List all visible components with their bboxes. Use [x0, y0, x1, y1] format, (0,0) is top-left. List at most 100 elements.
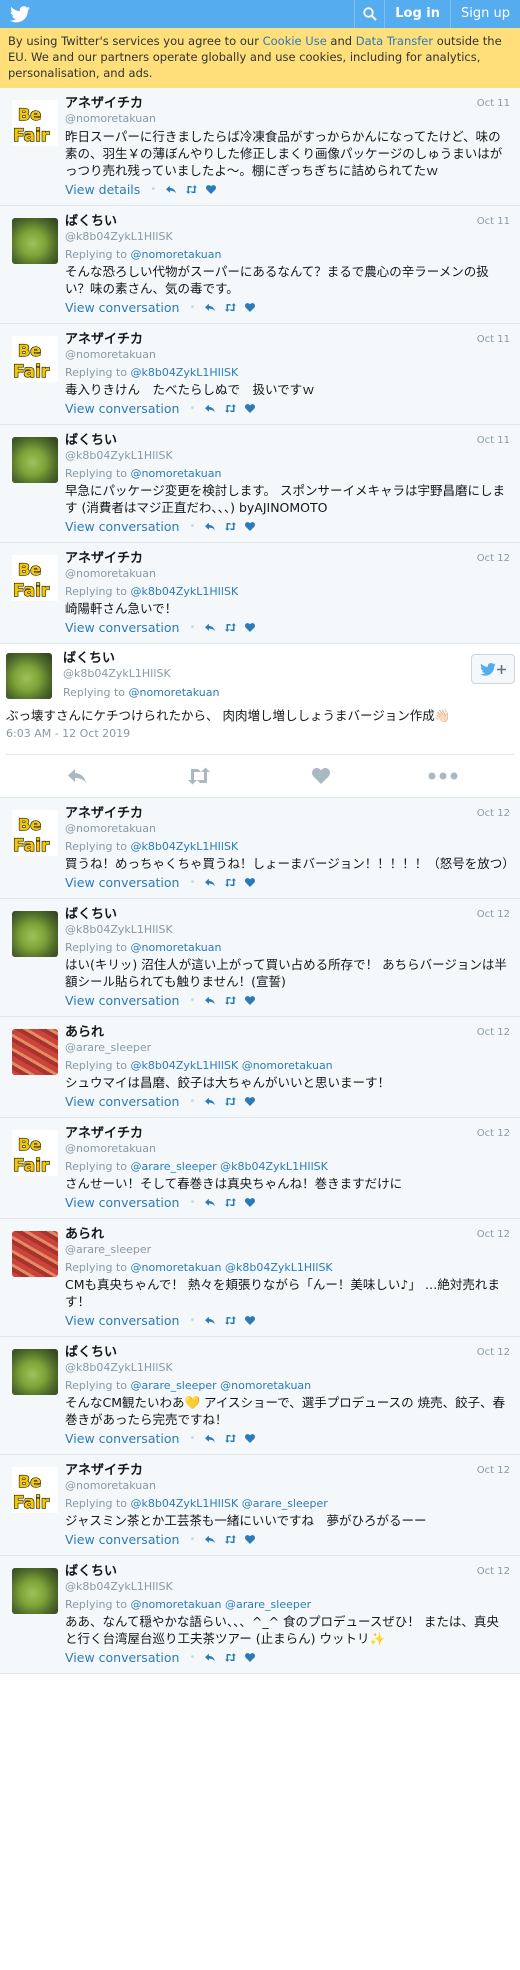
tweet[interactable]: Be Fair アネザイチカ @nomoretakuan Oct 11 Replying …: [0, 324, 520, 425]
tweet[interactable]: ばくちい @k8b04ZykL1HIlSK Oct 12 Replying to @n…: [0, 899, 520, 1017]
view-conversation-link[interactable]: View conversation: [65, 993, 179, 1008]
like-icon[interactable]: [201, 185, 221, 194]
user-handle[interactable]: @arare_sleeper: [65, 1040, 151, 1055]
tweet-date[interactable]: Oct 11: [477, 332, 510, 345]
mention-link[interactable]: @nomoretakuan: [131, 467, 222, 480]
reply-icon[interactable]: [200, 623, 220, 632]
cookie-use-link[interactable]: Cookie Use: [263, 34, 327, 48]
mention-link[interactable]: @nomoretakuan: [131, 1598, 222, 1611]
mention-link[interactable]: @k8b04ZykL1HIlSK: [131, 366, 239, 379]
display-name[interactable]: あられ: [65, 1227, 151, 1242]
tweet-date[interactable]: Oct 12: [477, 1463, 510, 1476]
user-handle[interactable]: @k8b04ZykL1HIlSK: [65, 448, 173, 463]
avatar[interactable]: Be Fair: [12, 1130, 58, 1176]
user-handle[interactable]: @k8b04ZykL1HIlSK: [65, 922, 173, 937]
like-icon[interactable]: [240, 996, 260, 1005]
tweet-date[interactable]: Oct 12: [477, 551, 510, 564]
mention-link[interactable]: @arare_sleeper: [225, 1598, 311, 1611]
reply-icon[interactable]: [200, 1434, 220, 1443]
retweet-icon[interactable]: [220, 522, 240, 531]
display-name[interactable]: ばくちい: [63, 651, 219, 666]
user-handle[interactable]: @k8b04ZykL1HIlSK: [65, 229, 173, 244]
tweet-date[interactable]: Oct 12: [477, 1564, 510, 1577]
display-name[interactable]: ばくちい: [65, 907, 173, 922]
tweet-date[interactable]: Oct 11: [477, 96, 510, 109]
like-icon[interactable]: [240, 1653, 260, 1662]
twitter-bird-icon[interactable]: [6, 0, 34, 28]
avatar[interactable]: [12, 1568, 58, 1614]
mention-link[interactable]: @k8b04ZykL1HIlSK: [131, 1059, 239, 1072]
view-conversation-link[interactable]: View conversation: [65, 519, 179, 534]
view-conversation-link[interactable]: View conversation: [65, 1195, 179, 1210]
signup-button[interactable]: Sign up: [450, 0, 520, 28]
like-icon[interactable]: [240, 522, 260, 531]
retweet-icon[interactable]: [181, 185, 201, 194]
tweet[interactable]: Be Fair アネザイチカ @nomoretakuan Oct 12 Replying …: [0, 1118, 520, 1219]
reply-icon[interactable]: [200, 404, 220, 413]
retweet-icon[interactable]: [220, 303, 240, 312]
like-icon[interactable]: [291, 768, 351, 784]
mention-link[interactable]: @nomoretakuan: [220, 1379, 311, 1392]
mention-link[interactable]: @nomoretakuan: [131, 248, 222, 261]
tweet[interactable]: Be Fair アネザイチカ @nomoretakuan Oct 12 Replying …: [0, 543, 520, 644]
user-handle[interactable]: @nomoretakuan: [65, 566, 156, 581]
tweet[interactable]: Be Fair アネザイチカ @nomoretakuan Oct 11 昨日スーパーに行き…: [0, 88, 520, 206]
tweet-date[interactable]: Oct 12: [477, 1126, 510, 1139]
retweet-icon[interactable]: [220, 878, 240, 887]
mention-link[interactable]: @k8b04ZykL1HIlSK: [131, 840, 239, 853]
user-handle[interactable]: @k8b04ZykL1HIlSK: [63, 666, 219, 681]
view-conversation-link[interactable]: View conversation: [65, 1650, 179, 1665]
tweet[interactable]: Be Fair アネザイチカ @nomoretakuan Oct 12 Replying …: [0, 798, 520, 899]
like-icon[interactable]: [240, 878, 260, 887]
avatar[interactable]: [12, 1029, 58, 1075]
like-icon[interactable]: [240, 303, 260, 312]
reply-icon[interactable]: [200, 522, 220, 531]
like-icon[interactable]: [240, 1097, 260, 1106]
display-name[interactable]: ばくちい: [65, 433, 173, 448]
tweet-timestamp[interactable]: 6:03 AM - 12 Oct 2019: [6, 727, 514, 755]
tweet-date[interactable]: Oct 12: [477, 1345, 510, 1358]
mention-link[interactable]: @nomoretakuan: [131, 1261, 222, 1274]
avatar[interactable]: Be Fair: [12, 555, 58, 601]
tweet-date[interactable]: Oct 12: [477, 1227, 510, 1240]
tweet[interactable]: ばくちい @k8b04ZykL1HIlSK Oct 12 Replying to @a…: [0, 1337, 520, 1455]
user-handle[interactable]: @nomoretakuan: [65, 821, 156, 836]
retweet-icon[interactable]: [220, 623, 240, 632]
avatar[interactable]: Be Fair: [12, 810, 58, 856]
mention-link[interactable]: @nomoretakuan: [131, 941, 222, 954]
reply-icon[interactable]: [200, 1535, 220, 1544]
tweet[interactable]: ばくちい @k8b04ZykL1HIlSK Oct 11 Replying to @n…: [0, 425, 520, 543]
avatar[interactable]: [12, 911, 58, 957]
like-icon[interactable]: [240, 1316, 260, 1325]
retweet-icon[interactable]: [220, 1535, 240, 1544]
mention-link[interactable]: @k8b04ZykL1HIlSK: [131, 585, 239, 598]
avatar[interactable]: [12, 437, 58, 483]
avatar[interactable]: Be Fair: [12, 1467, 58, 1513]
retweet-icon[interactable]: [220, 1434, 240, 1443]
avatar[interactable]: [12, 1349, 58, 1395]
tweet[interactable]: あられ @arare_sleeper Oct 12 Replying to @nomo…: [0, 1219, 520, 1337]
reply-icon[interactable]: [200, 1316, 220, 1325]
avatar[interactable]: [6, 653, 52, 699]
view-conversation-link[interactable]: View conversation: [65, 875, 179, 890]
view-conversation-link[interactable]: View conversation: [65, 1431, 179, 1446]
like-icon[interactable]: [240, 1434, 260, 1443]
mention-link[interactable]: @nomoretakuan: [242, 1059, 333, 1072]
reply-icon[interactable]: [161, 185, 181, 194]
display-name[interactable]: アネザイチカ: [65, 332, 156, 347]
tweet-date[interactable]: Oct 12: [477, 907, 510, 920]
tweet[interactable]: ばくちい @k8b04ZykL1HIlSK Oct 11 Replying to @n…: [0, 206, 520, 324]
view-conversation-link[interactable]: View conversation: [65, 1094, 179, 1109]
follow-button[interactable]: [471, 654, 515, 684]
view-conversation-link[interactable]: View conversation: [65, 1532, 179, 1547]
reply-icon[interactable]: [200, 878, 220, 887]
retweet-icon[interactable]: [169, 767, 229, 785]
display-name[interactable]: アネザイチカ: [65, 551, 156, 566]
reply-icon[interactable]: [200, 1653, 220, 1662]
view-conversation-link[interactable]: View conversation: [65, 300, 179, 315]
tweet[interactable]: Be Fair アネザイチカ @nomoretakuan Oct 12 Replying …: [0, 1455, 520, 1556]
login-button[interactable]: Log in: [384, 0, 450, 28]
avatar[interactable]: Be Fair: [12, 336, 58, 382]
mention-link[interactable]: @nomoretakuan: [129, 686, 220, 699]
display-name[interactable]: ばくちい: [65, 1345, 173, 1360]
